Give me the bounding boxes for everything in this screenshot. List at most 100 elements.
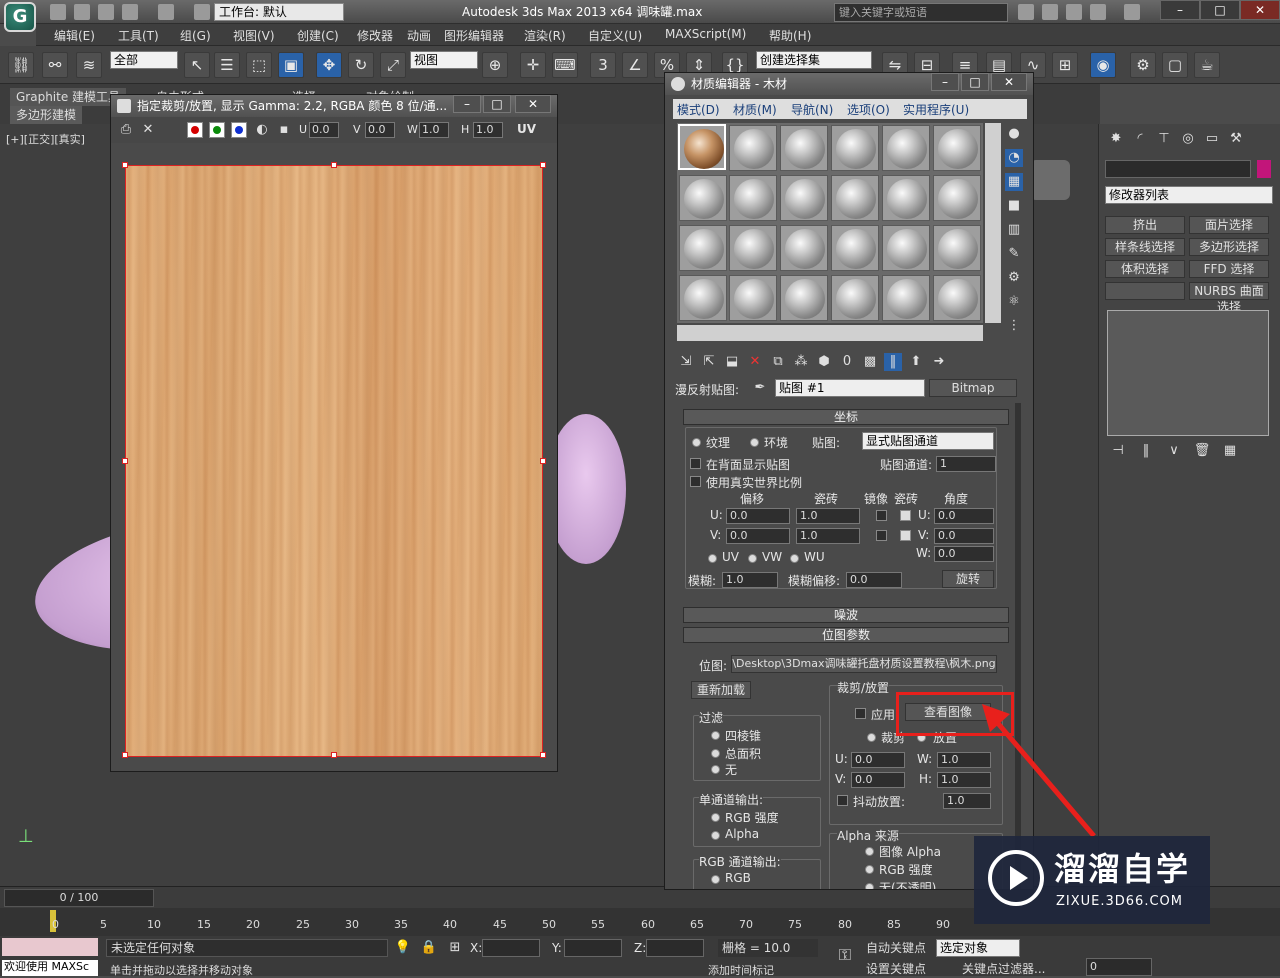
volume-select-button[interactable]: 体积选择 bbox=[1105, 260, 1185, 278]
go-to-parent-icon[interactable]: ⬆ bbox=[907, 353, 925, 371]
blue-channel-toggle[interactable] bbox=[231, 122, 247, 138]
sample-slot[interactable] bbox=[831, 225, 879, 271]
w-angle-spinner[interactable]: 0.0 bbox=[934, 546, 994, 562]
crop-handle[interactable] bbox=[122, 752, 128, 758]
crop-radio[interactable] bbox=[867, 733, 876, 742]
u-mirror-checkbox[interactable] bbox=[876, 510, 887, 521]
sample-uv-tiling-icon[interactable]: ■ bbox=[1005, 197, 1023, 215]
crop-handle[interactable] bbox=[540, 162, 546, 168]
print-icon[interactable]: ⎙ bbox=[117, 121, 135, 139]
bitmap-params-rollout-header[interactable]: 位图参数 bbox=[683, 627, 1009, 643]
show-end-result-icon[interactable]: ‖ bbox=[1137, 442, 1155, 460]
options-icon[interactable]: ⚙ bbox=[1005, 269, 1023, 287]
empty-modifier-button[interactable] bbox=[1105, 282, 1185, 300]
search-icon[interactable] bbox=[1018, 4, 1034, 20]
crop-handle[interactable] bbox=[122, 162, 128, 168]
wu-radio[interactable] bbox=[790, 554, 799, 563]
crop-handle[interactable] bbox=[122, 458, 128, 464]
texture-radio[interactable] bbox=[692, 438, 701, 447]
crop-v-field[interactable]: 0.0 bbox=[851, 772, 905, 788]
subscription-icon[interactable] bbox=[1042, 4, 1058, 20]
remove-modifier-icon[interactable]: 🗑 bbox=[1193, 442, 1211, 460]
monochrome-icon[interactable]: ▪ bbox=[275, 121, 293, 139]
sample-slot[interactable] bbox=[831, 125, 879, 171]
sample-slot[interactable] bbox=[933, 275, 981, 321]
clear-icon[interactable]: ✕ bbox=[139, 121, 157, 139]
help-icon[interactable] bbox=[1124, 4, 1140, 20]
crop-handle[interactable] bbox=[331, 752, 337, 758]
filter-none-radio[interactable] bbox=[711, 765, 720, 774]
show-shaded-map-icon[interactable]: ▩ bbox=[861, 353, 879, 371]
keyboard-shortcut-icon[interactable]: ⌨ bbox=[552, 52, 578, 78]
slots-horizontal-scrollbar[interactable] bbox=[677, 325, 983, 341]
sample-slot[interactable] bbox=[679, 175, 727, 221]
show-map-on-back-checkbox[interactable] bbox=[690, 458, 701, 469]
menu-views[interactable]: 视图(V) bbox=[233, 27, 275, 44]
v-offset-spinner[interactable]: 0.0 bbox=[726, 528, 790, 544]
put-to-library-icon[interactable]: ⬢ bbox=[815, 353, 833, 371]
video-color-check-icon[interactable]: ▥ bbox=[1005, 221, 1023, 239]
v-mirror-checkbox[interactable] bbox=[876, 530, 887, 541]
sample-slot[interactable] bbox=[933, 125, 981, 171]
schematic-view-icon[interactable]: ⊞ bbox=[1052, 52, 1078, 78]
select-move-icon[interactable]: ✥ bbox=[316, 52, 342, 78]
viewport-label[interactable]: [+][正交][真实] bbox=[6, 131, 85, 147]
crop-handle[interactable] bbox=[540, 458, 546, 464]
crop-handle[interactable] bbox=[540, 752, 546, 758]
reference-coord-dropdown[interactable]: 视图 bbox=[410, 51, 478, 69]
bind-space-warp-icon[interactable]: ≋ bbox=[76, 52, 102, 78]
unlink-icon[interactable]: ⚯ bbox=[42, 52, 68, 78]
minimize-button[interactable]: – bbox=[1160, 0, 1200, 20]
new-file-icon[interactable] bbox=[50, 4, 66, 20]
selection-filter-dropdown[interactable]: 全部 bbox=[110, 51, 178, 69]
pin-stack-icon[interactable]: ⊣ bbox=[1109, 442, 1127, 460]
mat-maximize-button[interactable]: □ bbox=[961, 73, 989, 91]
menu-help[interactable]: 帮助(H) bbox=[769, 27, 811, 44]
menu-graph-editors[interactable]: 图形编辑器 bbox=[444, 27, 504, 44]
subtab-polygon-modeling[interactable]: 多边形建模 bbox=[10, 106, 83, 124]
copy-material-icon[interactable]: ⧉ bbox=[769, 353, 787, 371]
make-unique-icon[interactable]: ∨ bbox=[1165, 442, 1183, 460]
menu-modifiers[interactable]: 修改器 bbox=[357, 27, 393, 44]
hierarchy-tab-icon[interactable]: ⊤ bbox=[1155, 130, 1173, 148]
patch-select-button[interactable]: 面片选择 bbox=[1189, 216, 1269, 234]
set-key-icon[interactable]: ⚿ bbox=[836, 946, 854, 964]
sample-slot[interactable] bbox=[933, 175, 981, 221]
rgb-intensity-radio[interactable] bbox=[711, 813, 720, 822]
menu-navigation[interactable]: 导航(N) bbox=[791, 101, 833, 118]
apply-checkbox[interactable] bbox=[855, 708, 866, 719]
background-icon[interactable]: ▦ bbox=[1005, 173, 1023, 191]
menu-options[interactable]: 选项(O) bbox=[847, 101, 890, 118]
mapping-dropdown[interactable]: 显式贴图通道 bbox=[862, 432, 994, 450]
current-frame-field[interactable]: 0 bbox=[1086, 958, 1152, 976]
save-icon[interactable] bbox=[98, 4, 114, 20]
sample-slot-wood[interactable] bbox=[678, 124, 726, 170]
undo-icon[interactable] bbox=[122, 4, 138, 20]
crop-u-field[interactable]: 0.0 bbox=[851, 752, 905, 768]
u-angle-spinner[interactable]: 0.0 bbox=[934, 508, 994, 524]
uv-radio[interactable] bbox=[708, 554, 717, 563]
crop-h-spinner[interactable]: 1.0 bbox=[473, 122, 503, 138]
menu-customize[interactable]: 自定义(U) bbox=[588, 27, 642, 44]
sample-slot[interactable] bbox=[882, 275, 930, 321]
menu-group[interactable]: 组(G) bbox=[180, 27, 211, 44]
menu-utilities[interactable]: 实用程序(U) bbox=[903, 101, 969, 118]
menu-tools[interactable]: 工具(T) bbox=[118, 27, 159, 44]
reload-button[interactable]: 重新加载 bbox=[691, 681, 751, 699]
crop-handle[interactable] bbox=[331, 162, 337, 168]
u-tiling-spinner[interactable]: 1.0 bbox=[796, 508, 860, 524]
isolate-bulb-icon[interactable]: 💡 bbox=[394, 939, 412, 957]
alpha-radio[interactable] bbox=[711, 831, 720, 840]
search-input[interactable]: 键入关键字或短语 bbox=[834, 3, 1008, 22]
poly-select-button[interactable]: 多边形选择 bbox=[1189, 238, 1269, 256]
crop-w-spinner[interactable]: 1.0 bbox=[419, 122, 449, 138]
environ-radio[interactable] bbox=[750, 438, 759, 447]
object-name-field[interactable] bbox=[1105, 160, 1251, 178]
time-slider-thumb[interactable]: 0 / 100 bbox=[4, 889, 154, 907]
rect-selection-icon[interactable]: ⬚ bbox=[246, 52, 272, 78]
coordinates-rollout-header[interactable]: 坐标 bbox=[683, 409, 1009, 425]
menu-material[interactable]: 材质(M) bbox=[733, 101, 777, 118]
v-angle-spinner[interactable]: 0.0 bbox=[934, 528, 994, 544]
modify-tab-icon[interactable]: ◜ bbox=[1131, 130, 1149, 148]
material-map-navigator-icon[interactable]: ⋮ bbox=[1005, 317, 1023, 335]
